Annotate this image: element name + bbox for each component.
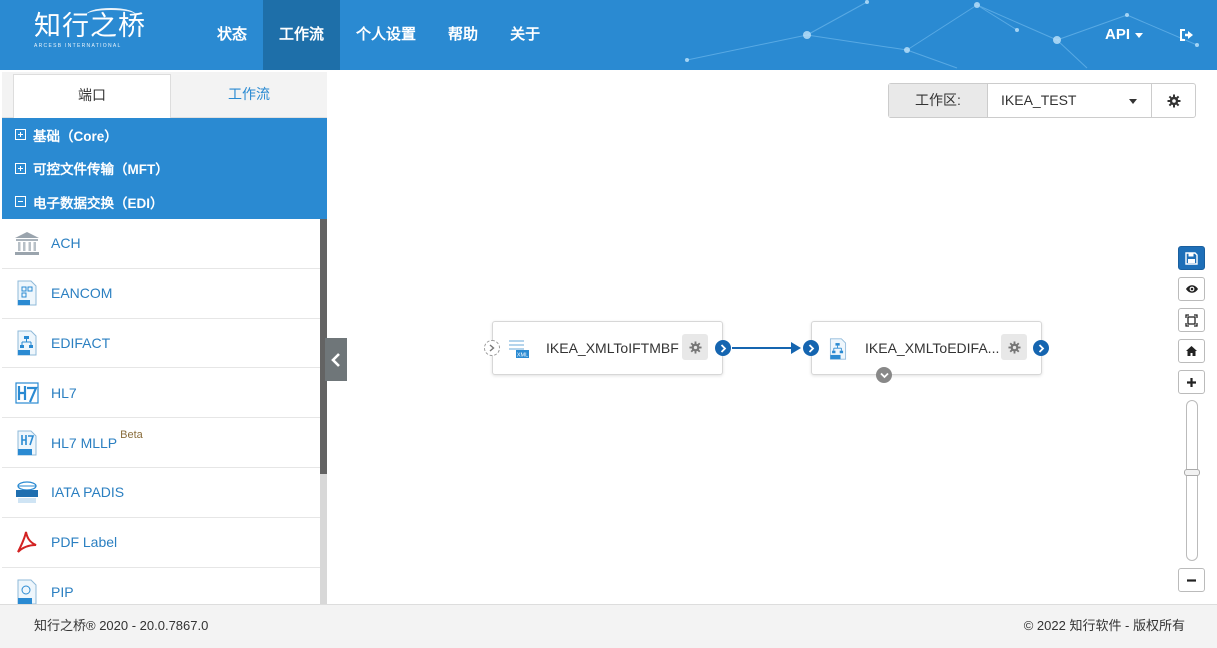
api-label: API — [1104, 26, 1130, 43]
node-title: IKEA_XMLToIFTMBF — [546, 340, 679, 356]
edifact-doc-icon — [827, 338, 849, 360]
list-item[interactable]: PIP — [2, 568, 320, 604]
flow-node[interactable]: XML IKEA_XMLToIFTMBF — [492, 321, 723, 375]
top-navbar: 知行之桥 ARCESB INTERNATIONAL 状态 工作流 个人设置 帮助… — [0, 0, 1217, 70]
group-edi[interactable]: 电子数据交换（EDI） — [2, 185, 327, 219]
chevron-right-icon — [489, 344, 495, 352]
hl7-mllp-doc-icon — [13, 429, 41, 457]
chevron-right-icon — [808, 343, 814, 353]
input-port[interactable] — [484, 340, 500, 356]
brand-logo[interactable]: 知行之桥 ARCESB INTERNATIONAL — [34, 8, 146, 49]
flow-connection-layer — [732, 342, 801, 354]
list-item[interactable]: HL7 — [2, 368, 320, 419]
sidebar-tabs: 端口 工作流 — [2, 72, 327, 118]
home-icon — [1186, 346, 1197, 356]
list-item-label: EDIFACT — [51, 334, 111, 351]
input-port[interactable] — [803, 340, 819, 356]
sidebar-scrollbar[interactable] — [320, 219, 327, 604]
connector-sidebar: 端口 工作流 基础（Core） 可控文件传输（MFT） 电子数据交换（EDI） … — [2, 72, 327, 604]
flow-node[interactable]: IKEA_XMLToEDIFA... — [811, 321, 1042, 375]
node-settings-button[interactable] — [682, 334, 708, 360]
canvas-toolbar — [1178, 246, 1205, 401]
expand-node-button[interactable] — [876, 367, 892, 383]
fit-to-screen-button[interactable] — [1178, 308, 1205, 332]
nav-right: API — [1091, 0, 1217, 70]
sign-out-icon — [1180, 29, 1193, 41]
iata-icon — [13, 478, 41, 506]
zoom-out-icon — [1187, 578, 1196, 582]
group-label: 基础（Core） — [33, 128, 118, 144]
nav-personal-settings[interactable]: 个人设置 — [340, 0, 432, 70]
beta-badge: Beta — [120, 428, 143, 441]
list-item[interactable]: PDF Label — [2, 518, 320, 568]
expand-plus-icon — [15, 129, 26, 141]
logo-subtext: ARCESB INTERNATIONAL — [34, 43, 122, 49]
pip-doc-icon — [13, 578, 41, 604]
zoom-out-button[interactable] — [1178, 568, 1205, 592]
svg-text:XML: XML — [517, 353, 528, 359]
expand-plus-icon — [15, 162, 26, 174]
pdf-icon — [13, 528, 41, 556]
gear-icon — [688, 340, 702, 354]
zoom-slider-handle[interactable] — [1184, 469, 1200, 476]
nav-status[interactable]: 状态 — [201, 0, 263, 70]
zoom-in-icon — [1187, 377, 1196, 387]
list-item-label: PIP — [51, 583, 74, 600]
list-item[interactable]: ACH — [2, 219, 320, 269]
nav-about[interactable]: 关于 — [494, 0, 556, 70]
edifact-doc-icon — [13, 329, 41, 357]
preview-button[interactable] — [1178, 277, 1205, 301]
caret-down-icon — [1135, 32, 1143, 38]
bank-icon — [13, 229, 41, 257]
list-item-label: ACH — [51, 235, 81, 252]
logout-button[interactable] — [1157, 0, 1217, 70]
list-item[interactable]: IATA PADIS — [2, 468, 320, 518]
group-mft[interactable]: 可控文件传输（MFT） — [2, 151, 327, 185]
gear-icon — [1007, 340, 1021, 354]
save-button[interactable] — [1178, 246, 1205, 270]
tab-workflow[interactable]: 工作流 — [171, 72, 327, 117]
chevron-right-icon — [1038, 343, 1044, 353]
list-item-label: HL7 — [51, 384, 77, 401]
footer: 知行之桥® 2020 - 20.0.7867.0 © 2022 知行软件 - 版… — [0, 604, 1217, 648]
eye-icon — [1185, 285, 1198, 293]
connector-list: ACH EANCOM EDIFACT HL7 HL7 MLLP Beta IAT… — [2, 219, 320, 604]
nav-help[interactable]: 帮助 — [432, 0, 494, 70]
list-item-label: PDF Label — [51, 534, 118, 551]
collapse-minus-icon — [15, 196, 26, 208]
list-item[interactable]: EANCOM — [2, 269, 320, 319]
list-item-label: IATA PADIS — [51, 484, 125, 501]
list-item-label: EANCOM — [51, 285, 113, 302]
output-port[interactable] — [1033, 340, 1049, 356]
group-label: 可控文件传输（MFT） — [33, 162, 169, 178]
chevron-down-icon — [879, 372, 889, 378]
eancom-doc-icon — [13, 279, 41, 307]
flow-canvas[interactable]: XML IKEA_XMLToIFTMBF IKEA_XMLToEDIFA... — [327, 72, 1217, 604]
zoom-in-button[interactable] — [1178, 370, 1205, 394]
group-label: 电子数据交换（EDI） — [33, 195, 164, 211]
xml-icon: XML — [508, 338, 530, 360]
flow-connection-arrow — [791, 342, 801, 354]
nav-workflow[interactable]: 工作流 — [263, 0, 341, 70]
tab-ports[interactable]: 端口 — [13, 74, 171, 118]
api-dropdown[interactable]: API — [1091, 0, 1157, 70]
output-port[interactable] — [715, 340, 731, 356]
main-nav: 状态 工作流 个人设置 帮助 关于 — [201, 0, 556, 70]
node-settings-button[interactable] — [1001, 334, 1027, 360]
copyright-text: © 2022 知行软件 - 版权所有 — [1023, 618, 1185, 633]
home-button[interactable] — [1178, 339, 1205, 363]
list-item[interactable]: EDIFACT — [2, 319, 320, 369]
save-icon — [1185, 251, 1198, 265]
chevron-right-icon — [720, 343, 726, 353]
hl7-icon — [13, 379, 41, 407]
group-core[interactable]: 基础（Core） — [2, 118, 327, 152]
fit-screen-icon — [1185, 313, 1198, 327]
zoom-slider[interactable] — [1184, 400, 1200, 561]
list-item[interactable]: HL7 MLLP Beta — [2, 418, 320, 468]
list-item-label: HL7 MLLP Beta — [51, 428, 143, 451]
version-text: 知行之桥® 2020 - 20.0.7867.0 — [34, 618, 209, 633]
